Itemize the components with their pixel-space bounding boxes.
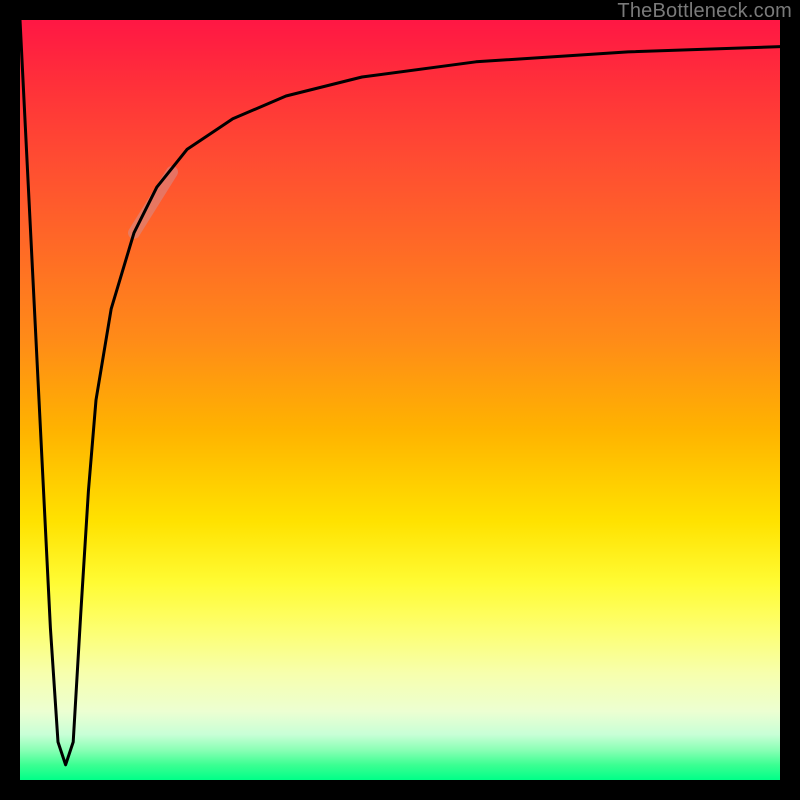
bottleneck-curve (20, 20, 780, 765)
curve-layer (20, 20, 780, 780)
plot-area (20, 20, 780, 780)
attribution-text: TheBottleneck.com (617, 0, 792, 23)
chart-frame: TheBottleneck.com (0, 0, 800, 800)
